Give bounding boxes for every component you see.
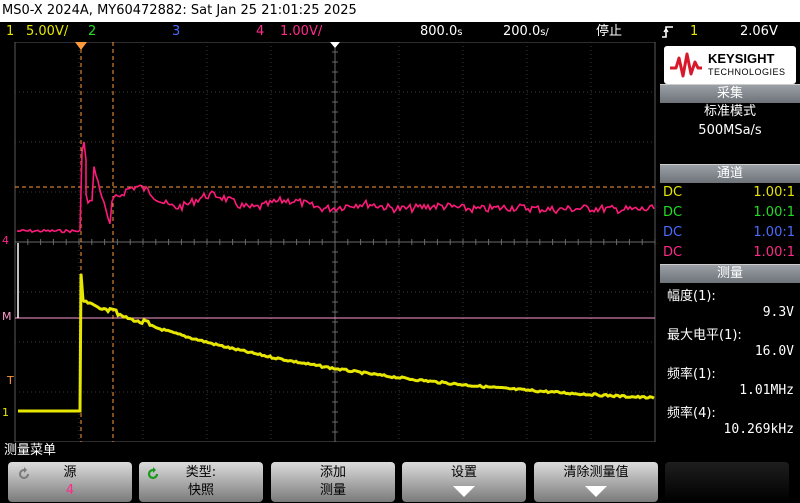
status-bar: 1 5.00V/ 2 3 4 1.00V/ 800.0s 200.0s/ 停止 … (0, 22, 800, 42)
channel-row-2[interactable]: DC 1.00:1 (660, 203, 800, 223)
softkey-empty (665, 462, 789, 502)
channel-4-coupling: DC (663, 245, 683, 260)
measurement-1-label: 幅度(1): (667, 289, 716, 304)
softkey-type[interactable]: 类型: 快照 (139, 462, 263, 502)
softkey-source-value: 4 (65, 483, 75, 498)
delay-unit: s (457, 27, 463, 38)
side-panel: KEYSIGHT TECHNOLOGIES 采集 标准模式 500MSa/s 通… (660, 42, 800, 442)
logo-brand: KEYSIGHT (708, 51, 775, 66)
chevron-down-icon (585, 486, 607, 497)
chevron-down-icon (453, 486, 475, 497)
softkey-add-measurement[interactable]: 添加 测量 (271, 462, 395, 502)
timebase-unit: s/ (540, 27, 549, 38)
softkey-add-line2: 测量 (319, 483, 346, 498)
channel-row-3[interactable]: DC 1.00:1 (660, 223, 800, 243)
softkey-source[interactable]: 源 4 (8, 462, 132, 502)
channel-3-coupling: DC (663, 225, 683, 240)
measurement-1-value: 9.3V (762, 305, 794, 320)
softkey-add-line1: 添加 (319, 465, 346, 480)
waveform-display[interactable]: 4 M T 1 (0, 41, 660, 443)
channel-2-coupling: DC (663, 205, 683, 220)
ch4-scale[interactable]: 1.00V/ (280, 22, 322, 42)
timebase-value: 200.0 (503, 24, 541, 39)
measurement-3-label: 频率(1): (667, 367, 716, 382)
trigger-level[interactable]: 2.06V (740, 22, 778, 42)
timebase-readout[interactable]: 200.0s/ (503, 22, 549, 43)
softkey-clear-label: 清除测量值 (563, 465, 629, 480)
menu-title: 测量菜单 (0, 442, 800, 460)
acquisition-header: 采集 (660, 84, 800, 103)
ch1-scale[interactable]: 5.00V/ (26, 22, 68, 42)
channel-2-probe: 1.00:1 (753, 205, 795, 220)
window-title: MS0-X 2024A, MY60472882: Sat Jan 25 21:0… (0, 0, 800, 22)
channels-header: 通道 (660, 164, 800, 183)
math-ground-marker[interactable]: M (2, 310, 12, 323)
channel-3-probe: 1.00:1 (753, 225, 795, 240)
acquisition-rate: 500MSa/s (698, 123, 762, 138)
delay-readout[interactable]: 800.0s (420, 22, 462, 43)
logo-sub: TECHNOLOGIES (708, 67, 786, 77)
keysight-wave-icon (670, 52, 702, 78)
trigger-source[interactable]: 1 (690, 22, 698, 42)
channel-row-1[interactable]: DC 1.00:1 (660, 183, 800, 203)
channel-1-coupling: DC (663, 185, 683, 200)
softkey-type-value: 快照 (187, 483, 214, 498)
channel-row-4[interactable]: DC 1.00:1 (660, 243, 800, 263)
ch2-number[interactable]: 2 (88, 22, 96, 42)
softkey-settings[interactable]: 设置 (402, 462, 526, 502)
measurement-4-value: 10.269kHz (723, 422, 794, 437)
delay-value: 800.0 (420, 24, 458, 39)
ch4-number[interactable]: 4 (256, 22, 264, 42)
softkey-settings-label: 设置 (450, 465, 477, 480)
measurement-2-label: 最大电平(1): (667, 328, 742, 343)
softkey-bar: 源 4 类型: 快照 添加 测量 设置 清除测量值 (0, 460, 800, 503)
run-state[interactable]: 停止 (596, 22, 622, 42)
acquisition-box[interactable]: 标准模式 500MSa/s (662, 103, 798, 143)
softkey-type-label: 类型: (185, 465, 217, 480)
ch4-ground-marker[interactable]: 4 (2, 234, 9, 247)
keysight-logo: KEYSIGHT TECHNOLOGIES (664, 46, 796, 84)
ch3-number[interactable]: 3 (172, 22, 180, 42)
channel-4-probe: 1.00:1 (753, 245, 795, 260)
rotate-knob-icon (19, 467, 29, 479)
trigger-level-marker[interactable]: T (7, 374, 14, 387)
ch1-number[interactable]: 1 (6, 22, 14, 42)
measurement-3-value: 1.01MHz (739, 383, 794, 398)
trigger-edge-icon (661, 22, 675, 42)
acquisition-mode: 标准模式 (703, 104, 756, 119)
softkey-clear-measurements[interactable]: 清除测量值 (534, 462, 658, 502)
channel-1-probe: 1.00:1 (753, 185, 795, 200)
measurement-4-label: 频率(4): (667, 406, 716, 421)
measurements-header: 测量 (660, 264, 800, 283)
ch1-ground-marker[interactable]: 1 (2, 406, 9, 419)
measurement-2-value: 16.0V (754, 344, 794, 359)
graticule (0, 41, 660, 443)
